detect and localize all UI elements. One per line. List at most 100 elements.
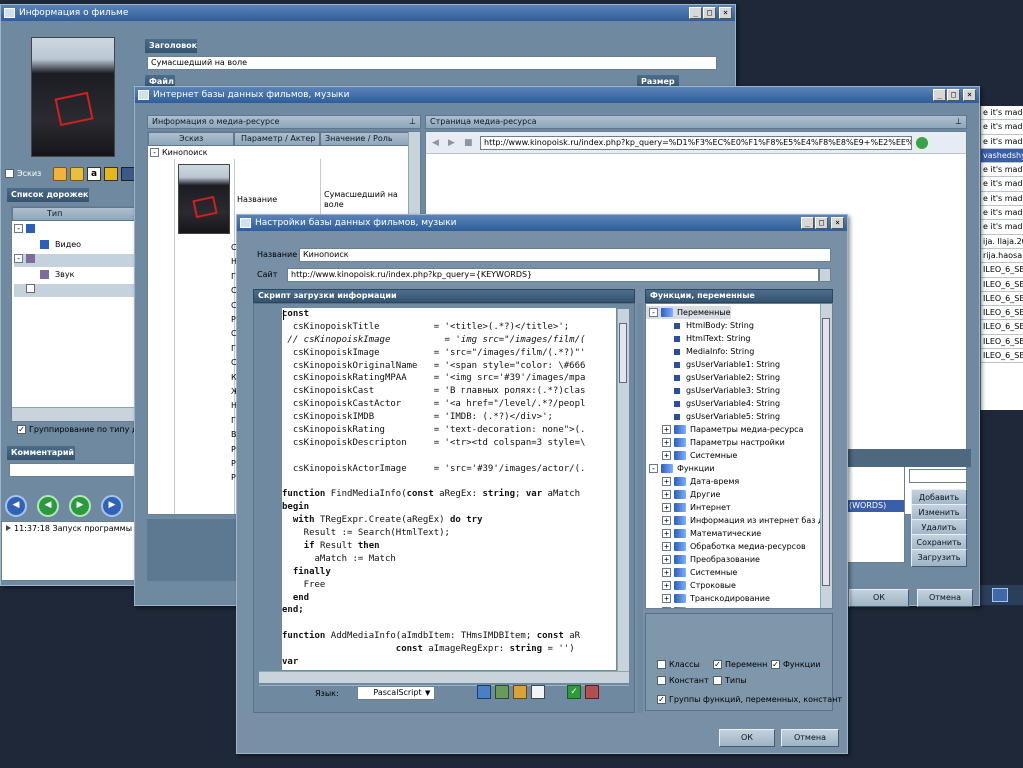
refresh-icon[interactable] [70,167,84,181]
name-field[interactable]: Кинопоиск [299,248,831,262]
tree-function-group[interactable]: + Интернет [646,501,731,514]
amazon-icon[interactable]: a [87,167,101,181]
tree-function-group[interactable]: + Дата-время [646,475,739,488]
go-icon[interactable] [916,137,928,149]
pin-icon[interactable]: ⊥ [409,117,416,126]
movie-info-titlebar[interactable]: Информация о фильме _ □ × [1,5,735,21]
code-vscroll-thumb[interactable] [619,323,627,383]
tracks-scrollbar[interactable] [12,407,136,421]
site-url-field[interactable] [909,469,967,483]
internet-ok-button[interactable]: ОК [849,589,909,607]
tree-vscroll-thumb[interactable] [822,318,830,586]
group-by-type-checkbox[interactable]: ✓ [17,425,26,434]
constants-check-row[interactable]: Констант [657,676,709,685]
file-list-item[interactable]: e it's made\ [981,206,1023,221]
track-audio[interactable]: Звук [40,268,130,282]
file-list-item[interactable]: ILEO_6_SE [981,263,1023,278]
settings-cancel-button[interactable]: Отмена [781,729,839,747]
code-horizontal-scrollbar[interactable] [259,671,629,683]
functions-checkbox[interactable]: ✓ [771,660,780,669]
movie-title-field[interactable]: Сумасшедший на воле [147,56,717,70]
collapse-toggle[interactable]: - [649,308,658,317]
types-check-row[interactable]: Типы [713,676,747,685]
tree-variable-item[interactable]: gsUserVariable5: String [646,410,780,423]
tree-variable-item[interactable]: HtmlText: String [646,332,750,345]
collapse-toggle[interactable]: - [150,148,159,157]
load-icon[interactable] [513,685,527,699]
maximize-button[interactable]: □ [947,89,960,101]
stop-icon[interactable]: ■ [464,138,473,148]
script-code-editor[interactable]: const csKinopoiskTitle = '<title>(.*?)</… [282,308,616,670]
file-list-item[interactable]: ILEO_6_SE [981,334,1023,350]
maximize-button[interactable]: □ [703,7,716,19]
expand-toggle[interactable]: + [662,503,671,512]
settings-ok-button[interactable]: ОК [719,729,775,747]
film-icon[interactable] [121,167,135,181]
sketch-checkbox[interactable]: ✓ [5,169,14,178]
close-button[interactable]: × [831,217,844,229]
tree-function-group[interactable]: + Другие [646,488,720,501]
url-field[interactable]: http://www.kinopoisk.ru/index.php?kp_que… [480,136,912,150]
expand-toggle[interactable]: + [662,477,671,486]
back-button[interactable]: ◀ [37,495,59,517]
tree-variable-group[interactable]: + Параметры медиа-ресурса [646,423,803,436]
file-list-item[interactable]: e it's made\ [981,163,1023,178]
minimize-button[interactable]: _ [801,217,814,229]
file-list-item[interactable]: rija.haosa. [981,248,1023,264]
expand-toggle[interactable]: + [662,451,671,460]
file-list-item[interactable]: ILEO_6_SE [981,320,1023,335]
collapse-toggle[interactable]: - [14,224,23,233]
file-list-item[interactable]: ILEO_6_SE [981,291,1023,307]
expand-toggle[interactable]: + [662,490,671,499]
site-dropdown-button[interactable] [819,268,831,282]
tree-variable-item[interactable]: gsUserVariable2: String [646,371,780,384]
expand-toggle[interactable]: + [662,542,671,551]
tree-function-group[interactable]: + Информация из интернет баз дан [646,514,832,527]
variables-check-row[interactable]: ✓ Переменн [713,660,767,669]
up-arrow-icon[interactable] [495,685,509,699]
tree-function-group[interactable]: + Транскодирование [646,592,770,605]
constants-checkbox[interactable] [657,676,666,685]
next-button[interactable]: ▶ [101,495,123,517]
document-icon[interactable] [531,685,545,699]
minimize-button[interactable]: _ [689,7,702,19]
tree-function-group[interactable]: + Форматирование [646,605,763,608]
dropdown-arrow[interactable]: ▼ [425,689,430,697]
expand-toggle[interactable]: + [662,581,671,590]
file-list-item[interactable]: e it's made\ [981,220,1023,235]
maximize-button[interactable]: □ [815,217,828,229]
file-list-item[interactable]: ILEO_6_SE [981,277,1023,292]
load-button[interactable]: Загрузить [911,549,967,567]
check-icon[interactable]: ✓ [567,685,581,699]
expand-toggle[interactable]: + [662,438,671,447]
expand-toggle[interactable]: + [662,555,671,564]
tools-icon[interactable] [585,685,599,699]
tree-function-group[interactable]: + Строковые [646,579,736,592]
file-list-item[interactable]: e it's made\ [981,191,1023,207]
tree-variable-item[interactable]: MediaInfo: String [646,345,754,358]
splitter-handle[interactable] [637,303,643,713]
expand-toggle[interactable]: + [662,529,671,538]
file-list-item[interactable]: e it's made\ [981,177,1023,192]
tree-variable-item[interactable]: HtmlBody: String [646,319,754,332]
close-button[interactable]: × [963,89,976,101]
tree-functions[interactable]: - Функции [646,462,715,475]
forward-button[interactable]: ▶ [69,495,91,517]
internet-db-titlebar[interactable]: Интернет базы данных фильмов, музыки _ □… [135,87,979,103]
site-field[interactable]: http://www.kinopoisk.ru/index.php?kp_que… [287,268,819,282]
close-button[interactable]: × [719,7,732,19]
expand-toggle[interactable]: + [662,516,671,525]
groups-checkbox[interactable]: ✓ [657,695,666,704]
classes-checkbox[interactable] [657,660,666,669]
functions-check-row[interactable]: ✓ Функции [771,660,821,669]
track-video[interactable]: Видео [40,238,130,252]
tree-variables[interactable]: - Переменные [646,306,731,319]
internet-cancel-button[interactable]: Отмена [917,589,973,607]
file-list-item[interactable]: e it's made\ [981,134,1023,149]
file-list-item[interactable]: vashedshy [981,148,1023,164]
variables-checkbox[interactable]: ✓ [713,660,722,669]
language-select[interactable]: PascalScript [357,686,435,700]
forward-arrow-icon[interactable]: ▶ [448,138,455,148]
types-checkbox[interactable] [713,676,722,685]
taskbar-button[interactable] [992,588,1008,602]
